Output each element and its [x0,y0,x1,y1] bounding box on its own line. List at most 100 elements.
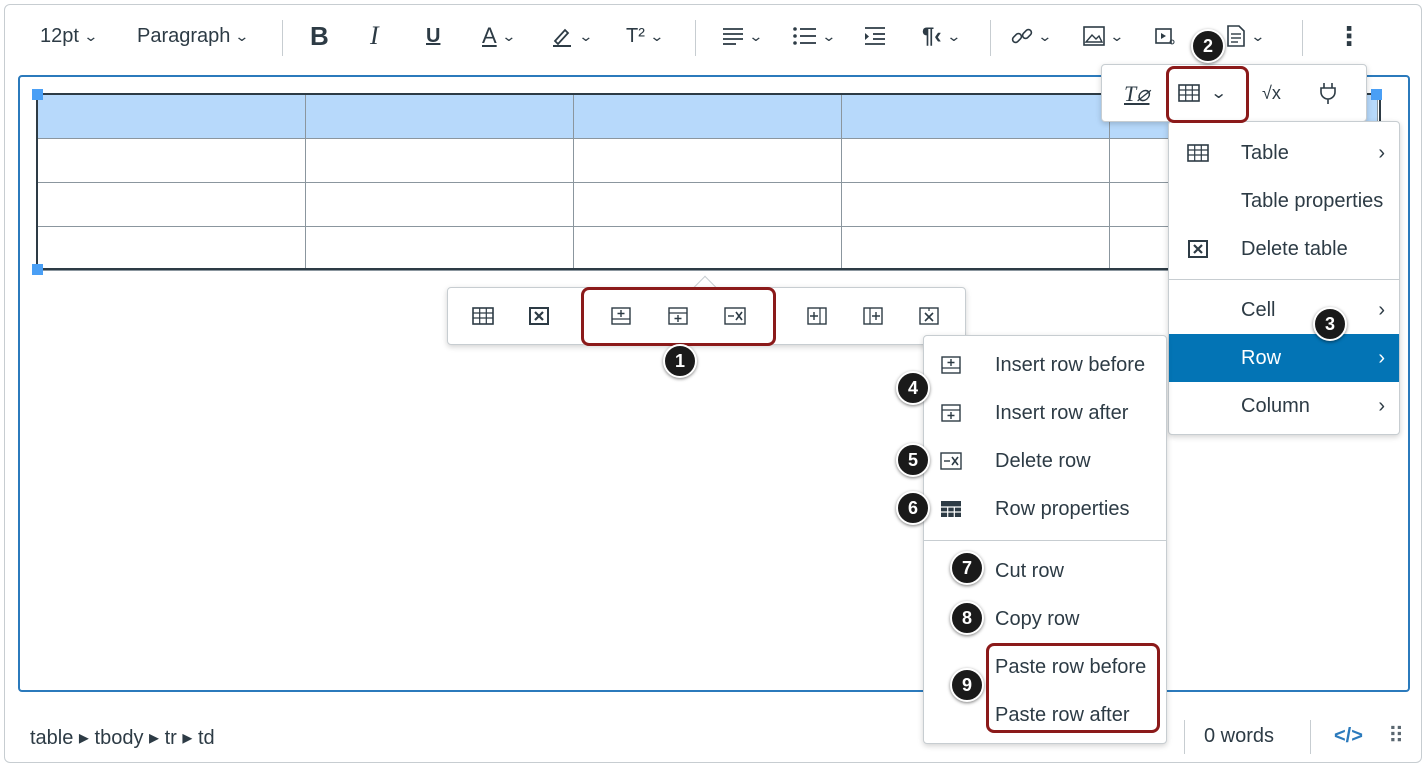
chevron-down-icon: ⌄ [821,27,837,44]
table-button[interactable]: ⌄ [1178,83,1227,103]
callout-badge: 1 [663,344,697,378]
word-count[interactable]: 0 words [1204,725,1274,748]
resize-handle[interactable] [32,89,43,100]
list-button[interactable]: ⌄ [793,18,837,54]
superscript-button[interactable]: T² ⌄ [626,18,665,54]
menu-item-delete-table[interactable]: Delete table [1169,225,1399,273]
table-cell[interactable] [37,138,306,183]
toolbar-divider [990,20,991,56]
block-format-value: Paragraph [137,24,231,47]
menu-item-table-properties[interactable]: Table properties [1169,177,1399,225]
highlighter-icon [553,28,571,47]
callout-badge: 8 [950,601,984,635]
table-cell[interactable] [841,94,1110,139]
callout-badge: 9 [950,668,984,702]
link-button[interactable]: ⌄ [1011,18,1052,54]
vertical-dots-icon: ⋮ [1336,20,1362,51]
menu-item-label: Delete table [1241,237,1348,260]
chevron-right-icon: › [1378,141,1385,164]
bold-button[interactable]: B [310,18,329,54]
font-size-dropdown[interactable]: 12pt ⌄ [40,18,98,54]
table-cell[interactable] [841,182,1110,227]
menu-divider [924,540,1166,541]
delete-table-icon[interactable] [524,301,554,331]
element-path[interactable]: table ▸ tbody ▸ tr ▸ td [30,725,215,750]
callout-badge: 3 [1313,307,1347,341]
block-format-dropdown[interactable]: Paragraph ⌄ [137,18,250,54]
media-button[interactable] [1155,18,1177,54]
table-menu: Table › Table properties Delete table Ce… [1168,121,1400,435]
chevron-right-icon: › [1378,298,1385,321]
document-button[interactable]: ⌄ [1226,18,1266,54]
highlight-color-button[interactable]: ⌄ [550,18,594,54]
indent-button[interactable] [864,18,886,54]
chevron-down-icon: ⌄ [1250,27,1266,44]
menu-item-insert-row-after[interactable]: Insert row after [924,389,1166,437]
menu-item-column[interactable]: Column › [1169,382,1399,430]
menu-item-delete-row[interactable]: Delete row [924,437,1166,485]
menu-item-row-properties[interactable]: Row properties [924,485,1166,533]
text-direction-button[interactable]: ¶‹ ⌄ [922,18,961,54]
table-properties-icon[interactable] [468,301,498,331]
delete-row-icon[interactable] [720,301,750,331]
menu-item-label: Cut row [995,559,1064,582]
chevron-right-icon: › [1378,346,1385,369]
callout-badge: 5 [896,443,930,477]
insert-row-after-icon [938,400,964,426]
insert-column-after-icon[interactable] [858,301,888,331]
insert-column-before-icon[interactable] [802,301,832,331]
table-cell[interactable] [37,226,306,271]
delete-row-icon [938,448,964,474]
callout-badge: 4 [896,371,930,405]
image-button[interactable]: ⌄ [1083,18,1124,54]
underline-button[interactable]: U [426,18,440,54]
menu-item-cell[interactable]: Cell › [1169,286,1399,334]
status-divider [1310,720,1311,754]
toolbar-divider [1302,20,1303,56]
text-color-icon: A [482,23,497,48]
table-cell[interactable] [305,138,574,183]
status-bar: table ▸ tbody ▸ tr ▸ td 0 words </> ⠿ [18,705,1410,765]
more-options-button[interactable]: ⋮ [1336,18,1362,54]
table-cell[interactable] [573,226,842,271]
equation-button[interactable]: √x [1262,83,1281,104]
table-cell[interactable] [573,182,842,227]
table-cell[interactable] [573,94,842,139]
clear-formatting-icon: T⌀ [1124,81,1150,106]
table-cell[interactable] [37,182,306,227]
html-editor-toggle[interactable]: </> [1334,725,1363,748]
table-cell[interactable] [305,94,574,139]
table-cell[interactable] [305,182,574,227]
menu-item-row[interactable]: Row › [1169,334,1399,382]
plug-icon [1320,83,1336,104]
square-root-icon: √x [1262,83,1281,103]
resize-grip-icon[interactable]: ⠿ [1388,723,1404,749]
chevron-down-icon: ⌄ [578,27,594,44]
bullet-list-icon [793,27,816,45]
insert-row-before-icon[interactable] [606,301,636,331]
table-cell[interactable] [841,226,1110,271]
menu-item-insert-row-before[interactable]: Insert row before [924,341,1166,389]
text-color-button[interactable]: A ⌄ [482,18,516,54]
bold-icon: B [310,20,329,51]
table-cell[interactable] [841,138,1110,183]
insert-row-before-icon [938,352,964,378]
menu-item-label: Insert row before [995,353,1146,376]
table-cell[interactable] [573,138,842,183]
align-button[interactable]: ⌄ [722,18,763,54]
table-cell[interactable] [37,94,306,139]
resize-handle[interactable] [32,264,43,275]
plugin-button[interactable] [1318,81,1338,105]
menu-item-label: Column [1241,394,1310,417]
table-cell[interactable] [305,226,574,271]
insert-row-after-icon[interactable] [663,301,693,331]
chevron-down-icon: ⌄ [649,27,665,44]
clear-formatting-button[interactable]: T⌀ [1124,81,1149,107]
document-icon [1227,25,1245,47]
menu-item-label: Table properties [1241,189,1384,212]
resize-handle[interactable] [1371,89,1382,100]
italic-button[interactable]: I [370,18,379,54]
delete-column-icon[interactable] [914,301,944,331]
menu-item-table[interactable]: Table › [1169,129,1399,177]
toolbar-divider [282,20,283,56]
